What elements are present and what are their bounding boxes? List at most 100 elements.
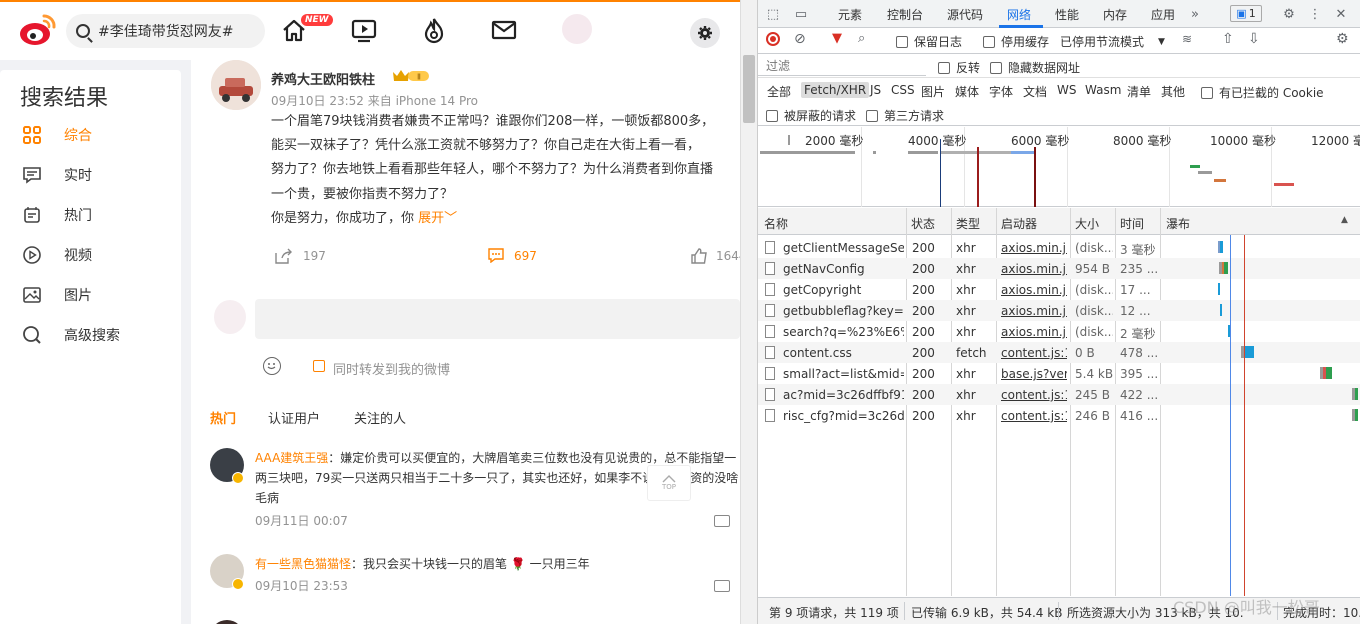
hot-icon[interactable] (420, 16, 448, 44)
cell-initiator[interactable]: base.js?ver... (1001, 367, 1067, 381)
column-header-initiator[interactable]: 启动器 (1001, 215, 1037, 232)
weibo-logo-icon[interactable] (18, 12, 58, 48)
more-tabs-icon[interactable]: » (1186, 5, 1204, 23)
expand-link[interactable]: 展开﹀ (418, 211, 457, 226)
sidebar-item-advanced-search[interactable]: 高级搜索 (22, 323, 172, 347)
tab-performance[interactable]: 性能 (1055, 6, 1079, 23)
cell-initiator[interactable]: axios.min.j... (1001, 241, 1067, 255)
invert-checkbox[interactable]: 反转 (938, 59, 980, 76)
sidebar-item-comprehensive[interactable]: 综合 (22, 123, 172, 147)
table-row[interactable]: getCopyright 200 xhr axios.min.j... (disk...… (758, 279, 1360, 300)
type-filter-doc[interactable]: 文档 (1020, 82, 1050, 101)
tab-verified-users[interactable]: 认证用户 (268, 408, 320, 427)
sidebar-item-realtime[interactable]: 实时 (22, 163, 172, 187)
comment-button[interactable]: 697 (488, 248, 537, 263)
forward-checkbox[interactable] (313, 360, 325, 372)
record-icon[interactable] (766, 32, 780, 46)
video-icon[interactable] (350, 16, 378, 44)
post-author-name[interactable]: 养鸡大王欧阳铁柱 (271, 69, 375, 88)
table-row[interactable]: content.css 200 fetch content.js:1 0 B 478 ..… (758, 342, 1360, 363)
filter-funnel-icon[interactable]: ▼ (832, 31, 842, 46)
cell-initiator[interactable]: axios.min.j... (1001, 304, 1067, 318)
tab-network[interactable]: 网络 (1007, 6, 1031, 23)
kebab-menu-icon[interactable]: ⋮ (1306, 5, 1324, 23)
network-conditions-icon[interactable]: ≋ (1182, 32, 1192, 46)
import-har-icon[interactable]: ⇧ (1222, 31, 1234, 47)
close-icon[interactable]: ✕ (1332, 5, 1350, 23)
filter-input[interactable]: 过滤 (758, 56, 926, 76)
type-filter-css[interactable]: CSS (888, 82, 918, 98)
type-filter-manifest[interactable]: 清单 (1124, 82, 1154, 101)
forward-button[interactable]: 197 (275, 248, 326, 264)
reply-icon[interactable] (714, 515, 730, 527)
type-filter-js[interactable]: JS (867, 82, 884, 98)
third-party-checkbox[interactable]: 第三方请求 (866, 107, 944, 124)
network-timeline-overview[interactable]: 2000 毫秒 4000 毫秒 6000 毫秒 8000 毫秒 10000 毫秒… (758, 127, 1360, 207)
cell-initiator[interactable]: content.js:1 (1001, 346, 1067, 360)
table-row[interactable]: ac?mid=3c26dffbf91... 200 xhr content.js:1 2… (758, 384, 1360, 405)
tab-hot-comments[interactable]: 热门 (210, 408, 236, 427)
tab-application[interactable]: 应用 (1151, 6, 1175, 23)
preserve-log-checkbox[interactable]: 保留日志 (896, 33, 962, 50)
column-header-name[interactable]: 名称 (764, 215, 788, 232)
throttle-select[interactable]: 已停用节流模式 ▼ (1060, 33, 1165, 50)
clear-icon[interactable]: ⊘ (794, 31, 806, 47)
sidebar-item-image[interactable]: 图片 (22, 283, 172, 307)
disable-cache-checkbox[interactable]: 停用缓存 (983, 33, 1049, 50)
type-filter-ws[interactable]: WS (1054, 82, 1079, 98)
settings-gear-icon[interactable] (690, 18, 720, 48)
commenter-name[interactable]: 有一些黑色猫猫怪 (255, 557, 351, 571)
user-avatar[interactable] (562, 14, 592, 44)
blocked-cookies-checkbox[interactable]: 有已拦截的 Cookie (1201, 84, 1324, 101)
cell-initiator[interactable]: axios.min.j... (1001, 325, 1067, 339)
emoji-icon[interactable] (263, 357, 281, 375)
column-header-status[interactable]: 状态 (911, 215, 935, 232)
hide-data-urls-checkbox[interactable]: 隐藏数据网址 (990, 59, 1080, 76)
tab-elements[interactable]: 元素 (838, 6, 862, 23)
table-row[interactable]: getbubbleflag?key=... 200 xhr axios.min.j..… (758, 300, 1360, 321)
table-row[interactable]: getNavConfig 200 xhr axios.min.j... 954 B 235… (758, 258, 1360, 279)
settings-gear-icon[interactable]: ⚙ (1280, 5, 1298, 23)
table-row[interactable]: small?act=list&mid=... 200 xhr base.js?ver.… (758, 363, 1360, 384)
tab-console[interactable]: 控制台 (887, 6, 923, 23)
search-input[interactable]: #李佳琦带货怼网友# (66, 14, 265, 48)
network-settings-gear-icon[interactable]: ⚙ (1336, 31, 1349, 47)
type-filter-all[interactable]: 全部 (764, 82, 794, 101)
tab-following[interactable]: 关注的人 (354, 408, 406, 427)
page-scrollbar[interactable] (740, 0, 757, 624)
comment-input[interactable] (255, 299, 740, 339)
sidebar-item-video[interactable]: 视频 (22, 243, 172, 267)
tab-sources[interactable]: 源代码 (947, 6, 983, 23)
column-header-waterfall[interactable]: 瀑布 (1166, 215, 1190, 232)
issues-button[interactable]: ▣ 1 (1230, 5, 1262, 22)
device-toolbar-icon[interactable]: ▭ (792, 5, 810, 23)
inspect-element-icon[interactable]: ⬚ (764, 5, 782, 23)
table-row[interactable]: getClientMessageSet... 200 xhr axios.min.j.… (758, 237, 1360, 258)
cell-initiator[interactable]: axios.min.j... (1001, 262, 1067, 276)
mail-icon[interactable] (490, 16, 518, 44)
back-to-top-button[interactable]: TOP (647, 465, 691, 501)
type-filter-fetch-xhr[interactable]: Fetch/XHR (801, 82, 870, 98)
type-filter-font[interactable]: 字体 (986, 82, 1016, 101)
sort-ascending-icon[interactable]: ▲ (1341, 215, 1348, 225)
type-filter-image[interactable]: 图片 (918, 82, 948, 101)
cell-initiator[interactable]: axios.min.j... (1001, 283, 1067, 297)
column-header-size[interactable]: 大小 (1075, 215, 1099, 232)
export-har-icon[interactable]: ⇩ (1248, 31, 1260, 47)
scrollbar-thumb[interactable] (743, 55, 755, 123)
search-icon[interactable]: ⌕ (858, 31, 865, 46)
type-filter-media[interactable]: 媒体 (952, 82, 982, 101)
type-filter-other[interactable]: 其他 (1158, 82, 1188, 101)
column-header-time[interactable]: 时间 (1120, 215, 1144, 232)
table-row[interactable]: risc_cfg?mid=3c26df... 200 xhr content.js:1… (758, 405, 1360, 426)
tab-memory[interactable]: 内存 (1103, 6, 1127, 23)
type-filter-wasm[interactable]: Wasm (1082, 82, 1124, 98)
reply-icon[interactable] (714, 580, 730, 592)
commenter-name[interactable]: AAA建筑王强 (255, 451, 328, 465)
cell-initiator[interactable]: content.js:1 (1001, 409, 1067, 423)
cell-initiator[interactable]: content.js:1 (1001, 388, 1067, 402)
blocked-requests-checkbox[interactable]: 被屏蔽的请求 (766, 107, 856, 124)
post-author-avatar[interactable] (211, 60, 261, 110)
table-row[interactable]: search?q=%23%E6%... 200 xhr axios.min.j... (… (758, 321, 1360, 342)
like-button[interactable]: 1644 (691, 248, 740, 264)
